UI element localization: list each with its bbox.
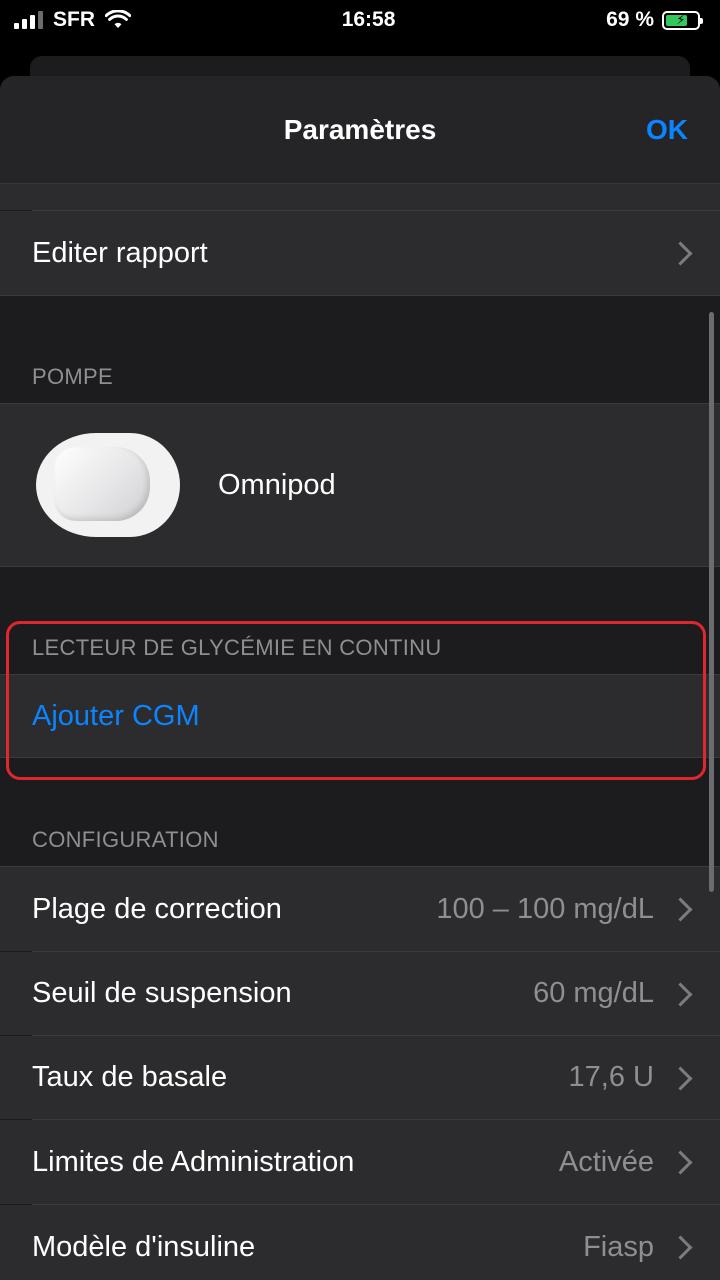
chevron-right-icon (674, 1235, 688, 1259)
config-value: 60 mg/dL (533, 977, 654, 1009)
cgm-section-header: LECTEUR DE GLYCÉMIE EN CONTINU (32, 635, 442, 660)
edit-report-label: Editer rapport (32, 236, 208, 269)
config-label: Taux de basale (32, 1061, 228, 1093)
config-value: Activée (558, 1145, 654, 1178)
chevron-right-icon (674, 982, 688, 1006)
config-row-suspend-threshold[interactable]: Seuil de suspension 60 mg/dL (0, 952, 720, 1035)
configuration-section-header: CONFIGURATION (32, 827, 219, 852)
config-value: Fiasp (583, 1230, 654, 1263)
config-label: Seuil de suspension (32, 977, 292, 1009)
config-row-basal-rate[interactable]: Taux de basale 17,6 U (0, 1036, 720, 1119)
config-label: Modèle d'insuline (32, 1230, 256, 1263)
section-separator (0, 295, 720, 296)
chevron-right-icon (674, 897, 688, 921)
carrier-name: SFR (53, 8, 95, 31)
chevron-right-icon (674, 241, 688, 265)
page-title: Paramètres (283, 113, 437, 145)
config-row-insulin-model[interactable]: Modèle d'insuline Fiasp (0, 1205, 720, 1280)
settings-sheet: Paramètres OK Editer rapport POMPE Omnip… (0, 76, 720, 1280)
battery-percent: 69 % (606, 8, 654, 31)
pump-row[interactable]: Omnipod (0, 404, 720, 566)
charging-bolt-icon: ⚡ (676, 12, 686, 27)
config-row-correction-range[interactable]: Plage de correction 100 – 100 mg/dL (0, 867, 720, 951)
config-row-delivery-limits[interactable]: Limites de Administration Activée (0, 1120, 720, 1204)
add-cgm-button[interactable]: Ajouter CGM (32, 700, 688, 733)
section-separator (0, 566, 720, 567)
status-bar: SFR 16:58 69 % ⚡ (0, 0, 720, 40)
chevron-right-icon (674, 1066, 688, 1090)
config-label: Limites de Administration (32, 1145, 355, 1178)
battery-icon: ⚡ (662, 10, 703, 30)
status-left: SFR (14, 8, 131, 32)
pump-device-name: Omnipod (218, 468, 336, 501)
pump-section-header: POMPE (32, 364, 113, 389)
cellular-signal-icon (14, 11, 43, 29)
status-right: 69 % ⚡ (606, 8, 703, 32)
ok-button[interactable]: OK (646, 114, 688, 146)
config-value: 100 – 100 mg/dL (436, 892, 654, 925)
chevron-right-icon (674, 1150, 688, 1174)
section-separator (0, 757, 720, 758)
omnipod-device-image (36, 433, 180, 537)
wifi-icon (105, 10, 131, 28)
add-cgm-row[interactable]: Ajouter CGM (0, 675, 720, 757)
config-label: Plage de correction (32, 892, 282, 925)
scrollbar[interactable] (709, 312, 714, 892)
navigation-bar: Paramètres OK (0, 76, 720, 184)
edit-report-row[interactable]: Editer rapport (0, 211, 720, 295)
config-value: 17,6 U (568, 1061, 654, 1093)
status-time: 16:58 (341, 8, 396, 31)
